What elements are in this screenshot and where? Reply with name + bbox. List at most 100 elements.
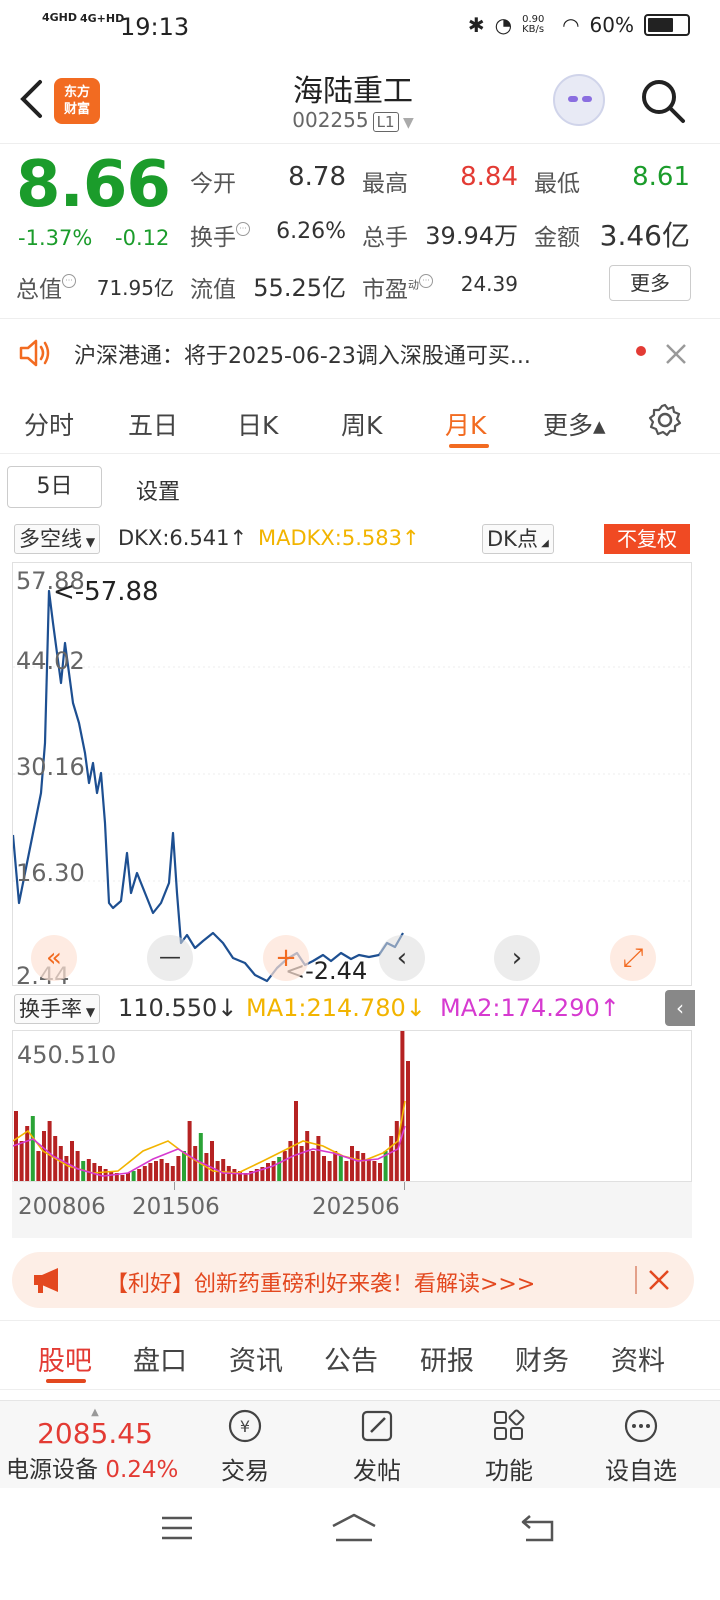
volume-bar	[327, 1161, 332, 1181]
tab-pankou[interactable]: 盘口	[133, 1339, 187, 1378]
tab-announcements[interactable]: 公告	[324, 1339, 378, 1378]
volume-bar	[305, 1131, 310, 1181]
stock-header: 东方 财富 海陆重工 002255 L1 ▼	[0, 56, 720, 144]
volume-bar	[25, 1126, 30, 1181]
volume-bar	[154, 1161, 158, 1181]
volume-indicator-selector[interactable]: 换手率 ▼	[14, 994, 101, 1024]
float-cap-label: 流值	[190, 277, 236, 303]
tab-five-day[interactable]: 五日	[128, 406, 178, 442]
sector-index-value: 2085.45	[37, 1417, 153, 1450]
home-icon[interactable]	[330, 1512, 378, 1544]
megaphone-icon	[34, 1268, 58, 1293]
price-chart[interactable]: 57.88 44.02 30.16 16.30 2.44 <-57.88 <-2…	[12, 562, 693, 990]
sector-index-widget[interactable]: ▲ 2085.45 电源设备 0.24%	[0, 1408, 190, 1484]
collapse-panel-button[interactable]: ‹	[665, 990, 695, 1026]
high-label: 最高	[362, 171, 408, 197]
robot-avatar-icon[interactable]	[553, 74, 605, 126]
current-price: 8.66	[16, 148, 171, 222]
tab-monthly-k[interactable]: 月K	[445, 406, 486, 442]
tab-profile[interactable]: 资料	[611, 1339, 665, 1378]
search-icon[interactable]	[638, 76, 688, 126]
tab-more[interactable]: 更多▴	[543, 406, 606, 442]
post-button[interactable]: 发帖	[322, 1407, 432, 1486]
volume-bar	[322, 1156, 326, 1181]
volume-bar	[70, 1141, 74, 1181]
volume-bar	[98, 1166, 102, 1181]
add-watchlist-button[interactable]: 设自选	[586, 1407, 696, 1486]
wifi-icon: ◠	[562, 13, 580, 37]
volume-bar	[159, 1159, 164, 1181]
tab-news[interactable]: 资讯	[229, 1339, 283, 1378]
dk-point-selector[interactable]: DK点 ◢	[482, 524, 554, 554]
zoom-in-button[interactable]: +	[263, 935, 309, 981]
notice-bar[interactable]: 沪深港通：将于2025-06-23调入深股通可买...	[0, 320, 720, 386]
volume-bar	[58, 1146, 63, 1181]
tab-weekly-k[interactable]: 周K	[341, 406, 382, 442]
prev-button[interactable]: ‹	[379, 935, 425, 981]
tab-guba[interactable]: 股吧	[38, 1339, 92, 1378]
open-label: 今开	[190, 171, 236, 197]
turnover-label[interactable]: 换手 ···	[190, 218, 250, 252]
volume-bar	[338, 1156, 343, 1181]
volume-bar	[333, 1151, 338, 1181]
price-axis-label: 16.30	[16, 859, 85, 887]
amount-value: 3.46亿	[599, 219, 690, 252]
high-annotation: <-57.88	[53, 577, 159, 607]
volume-bar	[120, 1175, 125, 1181]
functions-button[interactable]: 功能	[454, 1407, 564, 1486]
volume-bar	[299, 1146, 304, 1181]
close-icon[interactable]	[647, 1268, 671, 1292]
return-icon[interactable]	[520, 1512, 556, 1544]
gear-icon[interactable]	[647, 402, 683, 438]
volume-bar	[126, 1173, 130, 1181]
tab-daily-k[interactable]: 日K	[237, 406, 278, 442]
pe-label[interactable]: 市盈动 ···	[362, 270, 433, 304]
battery-percent: 60%	[589, 13, 634, 37]
volume-bar	[75, 1151, 80, 1181]
tab-research[interactable]: 研报	[420, 1339, 474, 1378]
chat-icon	[624, 1409, 658, 1443]
status-bar: 4GHD 4G+HD 19:13 ✱ ◔ 0.90 KB/s ◠ 60%	[0, 0, 720, 56]
volume-bar	[86, 1159, 91, 1181]
date-axis: 200806 201506 202506	[12, 1182, 692, 1238]
volume-bar	[36, 1151, 41, 1181]
volume-bar	[148, 1163, 153, 1181]
fullscreen-button[interactable]: ⤢	[610, 935, 656, 981]
volume-label: 总手	[362, 225, 408, 251]
battery-icon	[644, 14, 690, 36]
trade-button[interactable]: ¥ 交易	[190, 1407, 300, 1486]
volume-bar	[350, 1146, 354, 1181]
next-button[interactable]: ›	[494, 935, 540, 981]
tab-intraday[interactable]: 分时	[24, 406, 74, 442]
low-value: 8.61	[632, 162, 690, 192]
market-cap-label[interactable]: 总值 ···	[16, 270, 76, 304]
volume-bar	[142, 1166, 147, 1181]
zoom-out-button[interactable]: —	[147, 935, 193, 981]
volume-bar	[310, 1151, 315, 1181]
period-5d-button[interactable]: 5日	[7, 466, 102, 508]
more-quote-button[interactable]: 更多	[609, 265, 691, 301]
date-label: 201506	[132, 1194, 220, 1220]
divider	[635, 1266, 637, 1294]
volume-bar	[170, 1166, 175, 1181]
speaker-icon	[19, 339, 50, 367]
volume-bar	[42, 1131, 46, 1181]
volume-max-label: 450.510	[17, 1041, 117, 1069]
edit-icon	[361, 1410, 393, 1442]
adjust-tag[interactable]: 不复权	[604, 524, 690, 554]
scroll-left-button[interactable]: «	[31, 935, 77, 981]
tab-finance[interactable]: 财务	[515, 1339, 569, 1378]
grid-icon	[494, 1409, 525, 1440]
volume-bar	[232, 1169, 237, 1181]
volume-bar	[210, 1141, 214, 1181]
volume-bar	[406, 1061, 410, 1181]
volume-chart[interactable]: 450.510	[12, 1030, 692, 1182]
ad-banner[interactable]: 【利好】创新药重磅利好来袭！看解读>>>	[12, 1252, 694, 1308]
menu-icon[interactable]	[160, 1514, 194, 1542]
indicator-selector[interactable]: 多空线 ▼	[14, 524, 101, 554]
volume-value: 39.94万	[425, 222, 518, 250]
chart-settings-link[interactable]: 设置	[136, 474, 180, 506]
date-label: 202506	[312, 1194, 400, 1220]
close-icon[interactable]	[664, 342, 688, 366]
volume-bar	[137, 1169, 142, 1181]
